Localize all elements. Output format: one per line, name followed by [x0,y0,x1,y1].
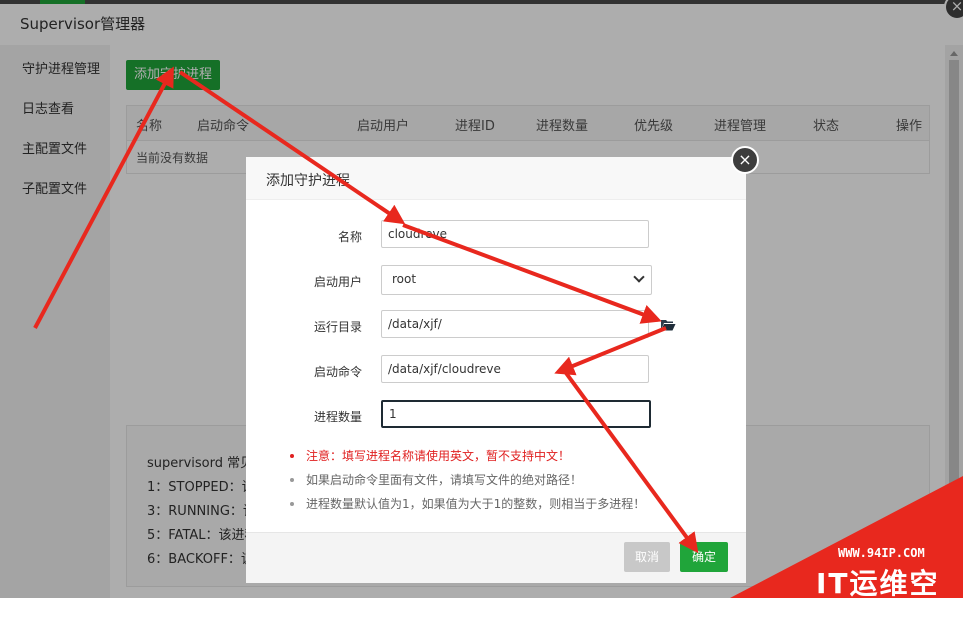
name-input[interactable] [381,220,649,248]
add-daemon-dialog: 添加守护进程 名称 启动用户 root 运行目录 启动命令 进程数量 注意：填写… [246,157,746,583]
notes-list: 注意：填写进程名称请使用英文，暂不支持中文！ 如果启动命令里面有文件，请填写文件… [286,447,726,519]
count-label: 进程数量 [313,410,362,424]
count-input[interactable] [381,400,651,428]
cmd-input[interactable] [381,355,649,383]
dialog-close-button[interactable]: × [731,146,759,174]
cmd-label: 启动命令 [313,365,362,379]
user-select-value: root [392,272,417,286]
confirm-button[interactable]: 确定 [680,542,728,572]
note-item: 进程数量默认值为1，如果值为大于1的整数，则相当于多进程！ [286,495,726,519]
dialog-footer: 取消 确定 [246,532,746,583]
note-warning: 注意：填写进程名称请使用英文，暂不支持中文！ [286,447,726,471]
watermark-name: IT运维空间 [816,567,940,640]
watermark-url: WWW.94IP.COM [838,546,925,560]
cancel-button[interactable]: 取消 [624,542,670,572]
chevron-down-icon [633,271,645,283]
dialog-title-bar: 添加守护进程 [246,157,746,200]
dialog-title: 添加守护进程 [266,173,350,189]
folder-open-icon[interactable] [660,318,676,332]
user-select[interactable]: root [381,265,652,295]
name-label: 名称 [337,230,362,244]
user-label: 启动用户 [313,275,362,289]
note-item: 如果启动命令里面有文件，请填写文件的绝对路径！ [286,471,726,495]
dir-input[interactable] [381,310,649,338]
dir-label: 运行目录 [313,320,362,334]
